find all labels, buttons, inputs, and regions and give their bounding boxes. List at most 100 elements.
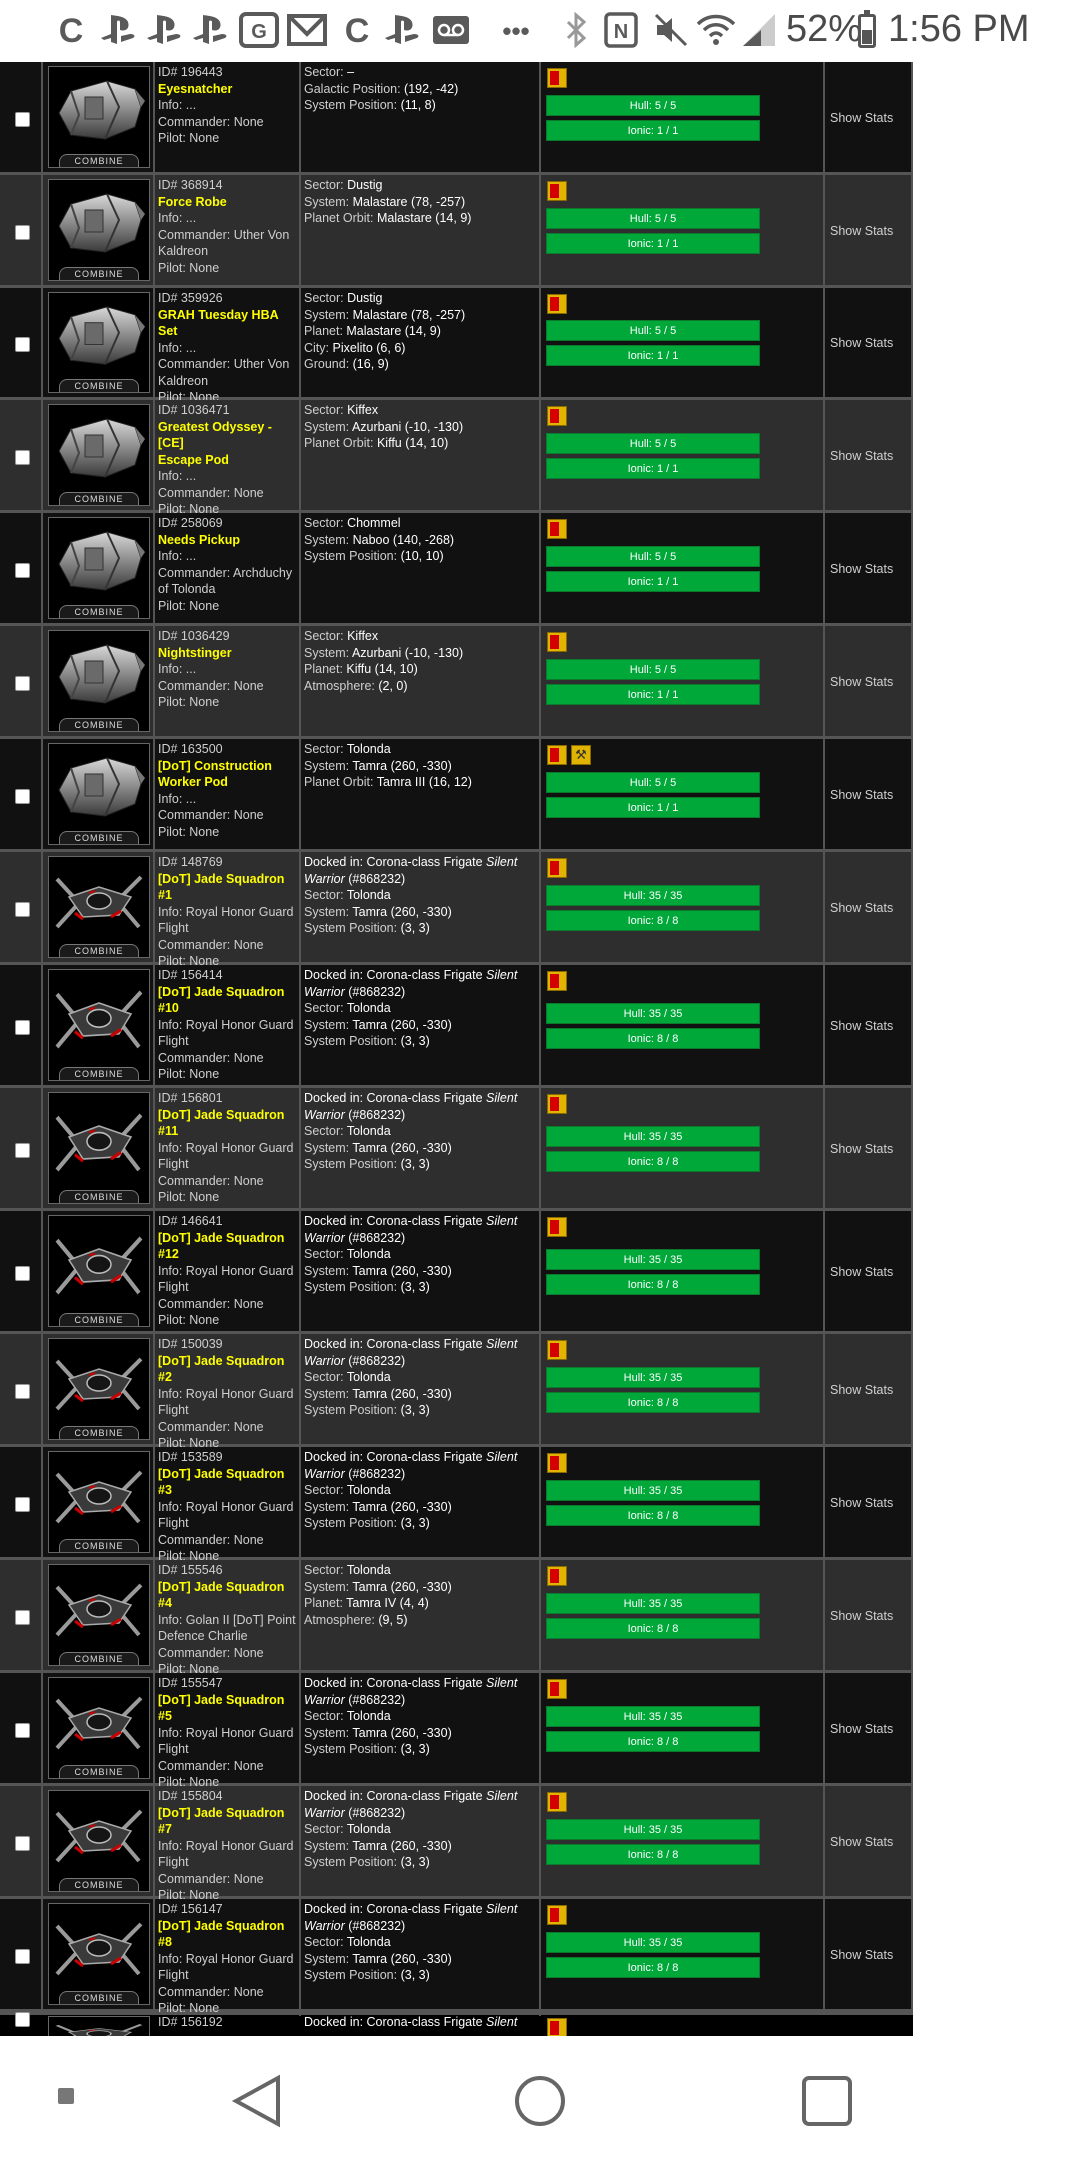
fighter-image[interactable]: COMBINE xyxy=(48,856,150,958)
flag-icon[interactable] xyxy=(547,1340,567,1360)
row-checkbox[interactable] xyxy=(15,1836,30,1851)
row-checkbox[interactable] xyxy=(15,1384,30,1399)
flag-icon[interactable] xyxy=(547,1217,567,1237)
show-stats-link[interactable]: Show Stats xyxy=(827,1609,911,1623)
row-checkbox[interactable] xyxy=(15,563,30,578)
fighter-image[interactable]: COMBINE xyxy=(48,969,150,1081)
vessel-name-link[interactable]: #12 xyxy=(158,1246,296,1263)
vessel-name-link[interactable]: [DoT] Jade Squadron #2 xyxy=(158,1353,296,1386)
flag-icon[interactable] xyxy=(547,745,567,765)
vessel-name-link[interactable]: Worker Pod xyxy=(158,774,296,791)
row-checkbox[interactable] xyxy=(15,1143,30,1158)
escape-pod-image[interactable]: COMBINE xyxy=(48,179,150,281)
vessel-name-link[interactable]: [DoT] Jade Squadron xyxy=(158,1107,296,1124)
flag-icon[interactable] xyxy=(547,2018,567,2036)
row-checkbox[interactable] xyxy=(15,2012,30,2027)
vessel-name-link[interactable]: [DoT] Jade Squadron #8 xyxy=(158,1918,296,1951)
row-checkbox[interactable] xyxy=(15,1723,30,1738)
vessel-name-link[interactable]: [DoT] Jade Squadron #4 xyxy=(158,1579,296,1612)
fighter-image[interactable]: COMBINE xyxy=(48,1564,150,1666)
vessel-name-link[interactable]: Nightstinger xyxy=(158,645,296,662)
escape-pod-image[interactable]: COMBINE xyxy=(48,66,150,168)
row-checkbox[interactable] xyxy=(15,225,30,240)
vessel-name-link[interactable]: GRAH Tuesday HBA Set xyxy=(158,307,296,340)
location-label: Sector: xyxy=(304,1563,347,1577)
row-checkbox[interactable] xyxy=(15,112,30,127)
flag-icon[interactable] xyxy=(547,519,567,539)
show-stats-link[interactable]: Show Stats xyxy=(827,1722,911,1736)
flag-icon[interactable] xyxy=(547,68,567,88)
flag-icon[interactable] xyxy=(547,971,567,991)
flag-icon[interactable] xyxy=(547,1679,567,1699)
escape-pod-image[interactable]: COMBINE xyxy=(48,743,150,845)
fighter-image[interactable]: COMBINE xyxy=(48,1677,150,1779)
row-checkbox[interactable] xyxy=(15,789,30,804)
vessel-name-link[interactable]: [DoT] Jade Squadron xyxy=(158,1230,296,1247)
vessel-name-link[interactable]: [DoT] Jade Squadron xyxy=(158,984,296,1001)
row-checkbox[interactable] xyxy=(15,1020,30,1035)
show-stats-link[interactable]: Show Stats xyxy=(827,1142,911,1156)
fighter-image[interactable]: COMBINE xyxy=(48,1790,150,1892)
row-checkbox[interactable] xyxy=(15,450,30,465)
fighter-image[interactable]: COMBINE xyxy=(48,1215,150,1327)
flag-icon[interactable] xyxy=(547,406,567,426)
show-stats-link[interactable]: Show Stats xyxy=(827,562,911,576)
row-checkbox[interactable] xyxy=(15,1266,30,1281)
row-checkbox[interactable] xyxy=(15,902,30,917)
show-stats-link[interactable]: Show Stats xyxy=(827,224,911,238)
flag-icon[interactable] xyxy=(547,181,567,201)
back-button[interactable] xyxy=(228,2074,288,2128)
vessel-name-link[interactable]: Eyesnatcher xyxy=(158,81,296,98)
vessel-name-link[interactable]: Force Robe xyxy=(158,194,296,211)
vessel-name-link[interactable]: #10 xyxy=(158,1000,296,1017)
row-checkbox[interactable] xyxy=(15,337,30,352)
fighter-image[interactable] xyxy=(48,2016,150,2036)
wrench-icon[interactable]: ⚒ xyxy=(571,745,591,765)
show-stats-link[interactable]: Show Stats xyxy=(827,788,911,802)
vessel-name-link[interactable]: [DoT] Jade Squadron #3 xyxy=(158,1466,296,1499)
flag-icon[interactable] xyxy=(547,1094,567,1114)
fighter-image[interactable]: COMBINE xyxy=(48,1338,150,1440)
flag-icon[interactable] xyxy=(547,294,567,314)
escape-pod-image[interactable]: COMBINE xyxy=(48,630,150,732)
show-stats-link[interactable]: Show Stats xyxy=(827,1496,911,1510)
fighter-image[interactable]: COMBINE xyxy=(48,1451,150,1553)
show-stats-link[interactable]: Show Stats xyxy=(827,901,911,915)
vessel-name-link[interactable]: [DoT] Construction xyxy=(158,758,296,775)
show-stats-link[interactable]: Show Stats xyxy=(827,1265,911,1279)
flag-icon[interactable] xyxy=(547,632,567,652)
flag-icon[interactable] xyxy=(547,1905,567,1925)
vessel-name-link[interactable]: Needs Pickup xyxy=(158,532,296,549)
fighter-image[interactable]: COMBINE xyxy=(48,1903,150,2005)
show-stats-link[interactable]: Show Stats xyxy=(827,336,911,350)
escape-pod-image[interactable]: COMBINE xyxy=(48,517,150,619)
home-button[interactable] xyxy=(513,2074,567,2128)
flag-icon[interactable] xyxy=(547,1792,567,1812)
recent-dot-button[interactable] xyxy=(58,2088,74,2104)
show-stats-link[interactable]: Show Stats xyxy=(827,449,911,463)
vessel-name-link[interactable]: Escape Pod xyxy=(158,452,296,469)
show-stats-link[interactable]: Show Stats xyxy=(827,1383,911,1397)
flag-icon[interactable] xyxy=(547,858,567,878)
show-stats-link[interactable]: Show Stats xyxy=(827,1948,911,1962)
vessel-name-link[interactable]: Greatest Odyssey - [CE] xyxy=(158,419,296,452)
show-stats-link[interactable]: Show Stats xyxy=(827,1835,911,1849)
vessel-name-link[interactable]: [DoT] Jade Squadron #7 xyxy=(158,1805,296,1838)
fighter-image[interactable]: COMBINE xyxy=(48,1092,150,1204)
escape-pod-image[interactable]: COMBINE xyxy=(48,404,150,506)
escape-pod-image[interactable]: COMBINE xyxy=(48,292,150,393)
location-value: (9, 5) xyxy=(378,1612,408,1627)
show-stats-link[interactable]: Show Stats xyxy=(827,1019,911,1033)
row-checkbox[interactable] xyxy=(15,1610,30,1625)
show-stats-link[interactable]: Show Stats xyxy=(827,675,911,689)
show-stats-link[interactable]: Show Stats xyxy=(827,111,911,125)
vessel-name-link[interactable]: #11 xyxy=(158,1123,296,1140)
row-checkbox[interactable] xyxy=(15,1497,30,1512)
overview-button[interactable] xyxy=(800,2074,854,2128)
flag-icon[interactable] xyxy=(547,1453,567,1473)
row-checkbox[interactable] xyxy=(15,676,30,691)
vessel-name-link[interactable]: [DoT] Jade Squadron #5 xyxy=(158,1692,296,1725)
flag-icon[interactable] xyxy=(547,1566,567,1586)
row-checkbox[interactable] xyxy=(15,1949,30,1964)
vessel-name-link[interactable]: [DoT] Jade Squadron #1 xyxy=(158,871,296,904)
